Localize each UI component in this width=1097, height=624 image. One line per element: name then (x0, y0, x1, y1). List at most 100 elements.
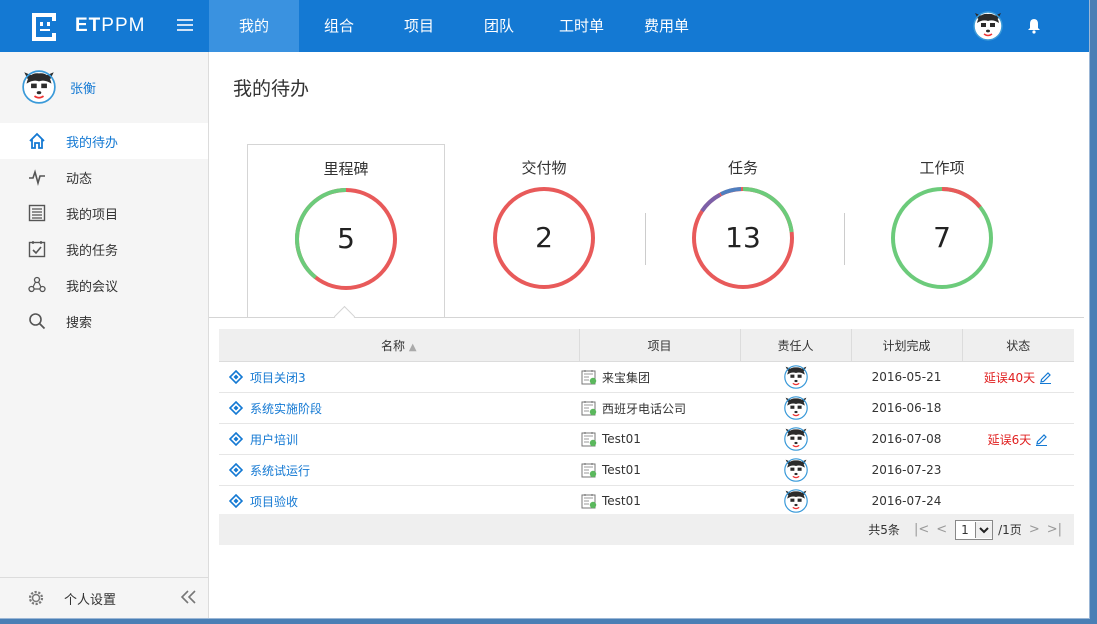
logo-icon (32, 13, 56, 41)
project-name[interactable]: Test01 (602, 463, 641, 477)
sidebar-item-label: 我的会议 (66, 279, 119, 295)
avatar[interactable] (783, 427, 808, 451)
sidebar-menu: 我的待办 动态 我的项目 我的任务 我的会议 搜索 (0, 123, 208, 339)
total-count: 共5条 (868, 523, 900, 537)
avatar[interactable] (22, 70, 56, 104)
stat-card-deliverables[interactable]: 交付物 2 (446, 144, 642, 317)
item-name-link[interactable]: 项目验收 (250, 493, 298, 510)
sidebar-item-label: 搜索 (66, 315, 93, 331)
avatar[interactable] (783, 365, 808, 389)
project-name[interactable]: 来宝集团 (602, 369, 650, 386)
stat-label: 任务 (727, 159, 758, 177)
chevron-down-icon[interactable] (975, 521, 993, 538)
stat-label: 里程碑 (323, 160, 369, 178)
gear-icon[interactable] (27, 589, 45, 607)
status-badge: 延误6天 (987, 432, 1032, 447)
last-page-icon[interactable]: >| (1047, 522, 1062, 537)
menu-toggle-icon[interactable] (177, 18, 193, 32)
table-row[interactable]: 系统试运行 Test01 2016-07-23 (219, 454, 1074, 486)
stat-value: 2 (535, 221, 553, 254)
page-title: 我的待办 (233, 78, 310, 100)
nav-item-projects[interactable]: 项目 (379, 0, 459, 52)
project-icon (581, 369, 597, 385)
project-name[interactable]: Test01 (602, 432, 641, 446)
project-icon (581, 400, 597, 416)
column-header-name[interactable]: 名称 ▲ (219, 329, 580, 362)
personal-settings-link[interactable]: 个人设置 (64, 589, 116, 608)
user-name[interactable]: 张衡 (70, 78, 96, 97)
item-name-link[interactable]: 项目关闭3 (250, 369, 306, 386)
stat-card-tasks[interactable]: 任务 13 (645, 144, 841, 317)
project-name[interactable]: 西班牙电话公司 (602, 400, 686, 417)
collapse-sidebar-icon[interactable] (180, 589, 198, 605)
sidebar-item-label: 我的待办 (66, 135, 119, 151)
project-icon (581, 493, 597, 509)
page-select[interactable]: 1 (955, 519, 994, 540)
main-content: 我的待办 里程碑 5 交付物 2 任务 13 工作项 7 名称 ▲ 项目 责任人… (209, 52, 1089, 618)
sidebar-item-search[interactable]: 搜索 (0, 303, 208, 339)
project-name[interactable]: Test01 (602, 494, 641, 508)
app-window: ETPPM 我的 组合 项目 团队 工时单 费用单 张衡 我的待办 动态 我的项… (0, 0, 1090, 619)
milestone-icon (229, 463, 243, 477)
project-list-icon (27, 203, 47, 223)
nav-item-team[interactable]: 团队 (459, 0, 539, 52)
planned-finish-date: 2016-05-21 (851, 361, 962, 393)
next-page-icon[interactable]: > (1029, 522, 1040, 537)
item-name-link[interactable]: 用户培训 (250, 431, 298, 448)
bell-icon[interactable] (1027, 18, 1041, 34)
edit-icon[interactable] (1039, 371, 1052, 384)
home-icon (27, 131, 47, 151)
planned-finish-date: 2016-06-18 (851, 392, 962, 424)
stat-value: 13 (725, 221, 761, 254)
avatar[interactable] (783, 458, 808, 482)
column-header-status[interactable]: 状态 (962, 329, 1074, 362)
first-page-icon[interactable]: |< (914, 522, 929, 537)
item-name-link[interactable]: 系统实施阶段 (250, 400, 322, 417)
project-icon (581, 462, 597, 478)
sidebar-item-my-meetings[interactable]: 我的会议 (0, 267, 208, 303)
nav-item-mine[interactable]: 我的 (209, 0, 299, 52)
sidebar-item-label: 我的项目 (66, 207, 119, 223)
table-row[interactable]: 项目验收 Test01 2016-07-24 (219, 485, 1074, 517)
milestone-icon (229, 401, 243, 415)
avatar[interactable] (973, 11, 1003, 41)
stat-card-work-items[interactable]: 工作项 7 (844, 144, 1040, 317)
column-header-owner[interactable]: 责任人 (740, 329, 852, 362)
column-header-planned-finish[interactable]: 计划完成 (851, 329, 963, 362)
stat-value: 7 (933, 221, 951, 254)
nav-item-expenses[interactable]: 费用单 (624, 0, 709, 52)
column-header-project[interactable]: 项目 (579, 329, 741, 362)
search-icon (27, 311, 47, 331)
main-nav: 我的 组合 项目 团队 工时单 费用单 (209, 0, 709, 52)
page-count: /1页 (998, 523, 1022, 537)
table-row[interactable]: 系统实施阶段 西班牙电话公司 2016-06-18 (219, 392, 1074, 424)
avatar[interactable] (783, 489, 808, 513)
sort-asc-icon[interactable]: ▲ (409, 342, 417, 353)
logo: ETPPM (0, 0, 209, 52)
nav-item-timesheet[interactable]: 工时单 (539, 0, 624, 52)
milestone-icon (229, 432, 243, 446)
stat-card-milestones[interactable]: 里程碑 5 (247, 144, 445, 318)
todo-table: 名称 ▲ 项目 责任人 计划完成 状态 项目关闭3 来宝集团 2016-05-21 延… (219, 329, 1074, 517)
sidebar-item-my-projects[interactable]: 我的项目 (0, 195, 208, 231)
sidebar-item-label: 我的任务 (66, 243, 119, 259)
logo-text: ETPPM (75, 15, 146, 36)
sidebar-item-activity[interactable]: 动态 (0, 159, 208, 195)
status-badge: 延误40天 (983, 370, 1036, 385)
sidebar-item-my-todo[interactable]: 我的待办 (0, 123, 208, 159)
sidebar-item-my-tasks[interactable]: 我的任务 (0, 231, 208, 267)
project-icon (581, 431, 597, 447)
prev-page-icon[interactable]: < (936, 522, 947, 537)
table-header: 名称 ▲ 项目 责任人 计划完成 状态 (219, 329, 1074, 362)
meeting-icon (27, 275, 47, 295)
avatar[interactable] (783, 396, 808, 420)
table-row[interactable]: 项目关闭3 来宝集团 2016-05-21 延误40天 (219, 361, 1074, 393)
user-info: 张衡 (22, 70, 96, 104)
edit-icon[interactable] (1035, 433, 1048, 446)
stat-label: 工作项 (919, 159, 965, 177)
table-row[interactable]: 用户培训 Test01 2016-07-08 延误6天 (219, 423, 1074, 455)
nav-item-portfolio[interactable]: 组合 (299, 0, 379, 52)
sidebar: 张衡 我的待办 动态 我的项目 我的任务 我的会议 搜索 个人设置 (0, 52, 209, 618)
item-name-link[interactable]: 系统试运行 (250, 462, 310, 479)
planned-finish-date: 2016-07-08 (851, 423, 962, 455)
